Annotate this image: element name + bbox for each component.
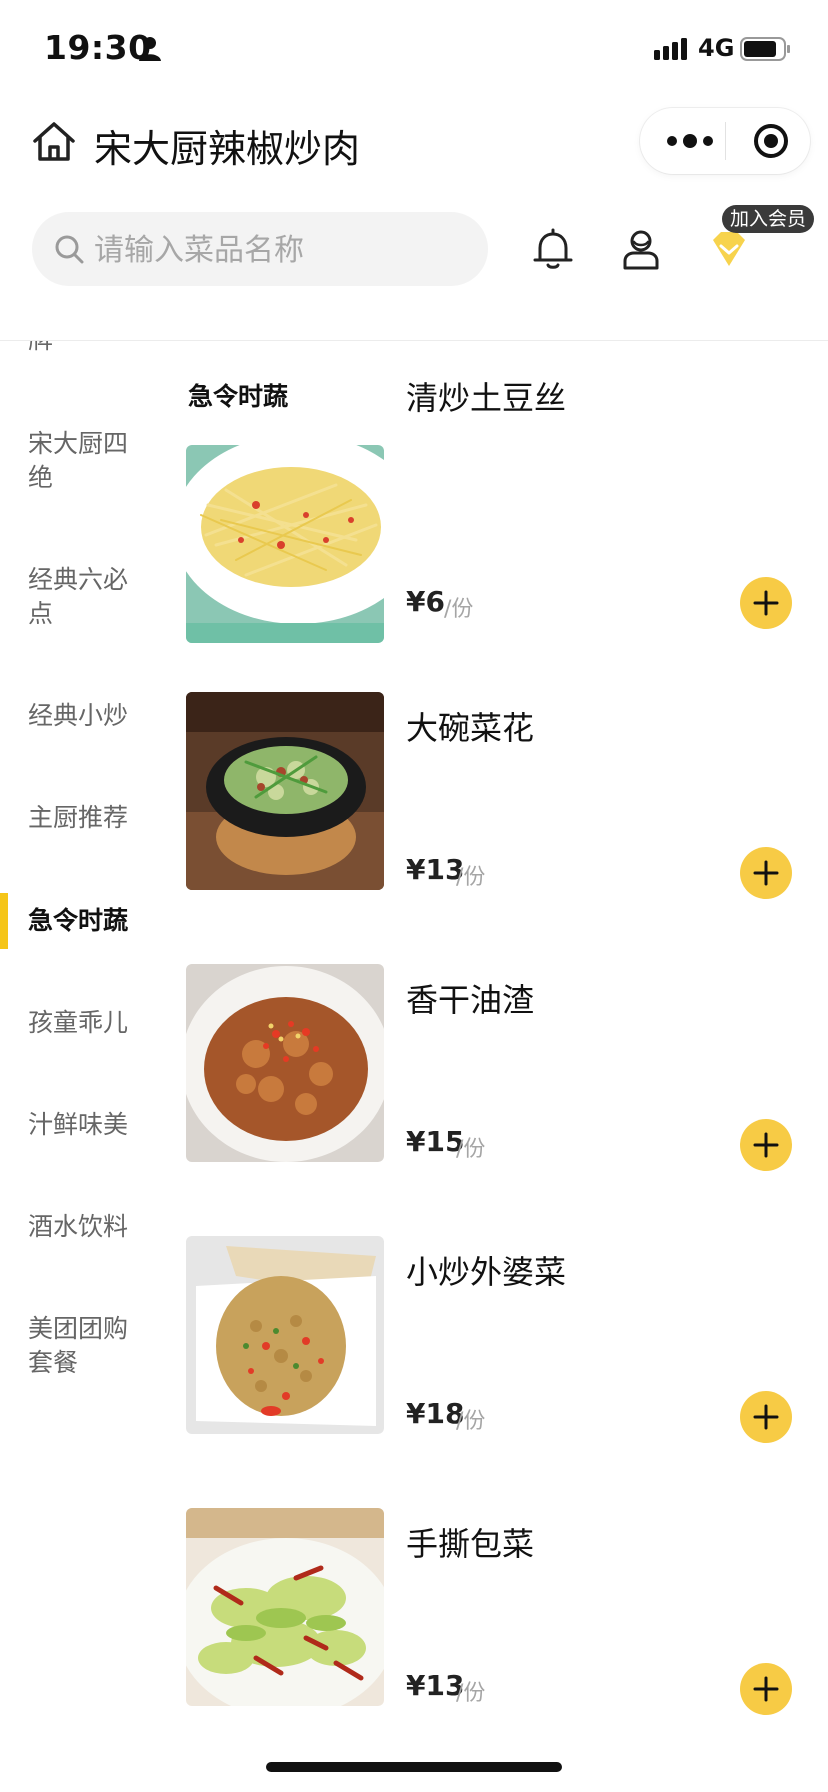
add-to-cart-button[interactable] <box>740 1119 792 1171</box>
search-bar[interactable] <box>32 212 488 286</box>
food-photo <box>186 964 384 1162</box>
page-title: 宋大厨辣椒炒肉 <box>94 127 361 171</box>
section-title: 急令时蔬 <box>188 382 289 411</box>
product-unit: /份 <box>444 597 474 622</box>
product-name: 小炒外婆菜 <box>406 1253 567 1291</box>
menu-content: 牌 宋大厨四绝 经典六必点 经典小炒 主厨推荐 急令时蔬 孩童乖儿 汁鲜味美 酒… <box>0 341 828 1741</box>
category-item[interactable]: 宋大厨四绝 <box>28 427 144 495</box>
category-item-active[interactable]: 急令时蔬 <box>28 904 144 938</box>
food-photo <box>186 1236 384 1434</box>
product-unit: /份 <box>456 1137 486 1162</box>
product-image-tofu-pork[interactable] <box>186 964 384 1162</box>
food-photo <box>186 445 384 643</box>
product-unit: /份 <box>456 865 486 890</box>
mini-program-capsule <box>640 108 810 174</box>
category-item[interactable]: 牌 <box>28 341 144 357</box>
plus-icon <box>753 1404 779 1430</box>
join-member-badge[interactable]: 加入会员 <box>722 205 815 233</box>
close-target-icon[interactable] <box>752 122 790 160</box>
home-icon[interactable] <box>30 118 78 166</box>
product-unit: /份 <box>456 1681 486 1706</box>
category-item[interactable]: 美团团购套餐 <box>28 1312 144 1380</box>
search-input[interactable] <box>92 222 476 278</box>
product-image-cauliflower[interactable] <box>186 692 384 890</box>
battery-icon <box>740 37 790 61</box>
product-name: 香干油渣 <box>406 981 535 1019</box>
search-icon <box>55 235 84 264</box>
signal-icon <box>654 38 687 60</box>
add-to-cart-button[interactable] <box>740 577 792 629</box>
plus-icon <box>753 1676 779 1702</box>
product-price: ¥6 <box>406 585 445 618</box>
user-icon[interactable] <box>618 226 664 272</box>
product-image-potato[interactable] <box>186 445 384 643</box>
bell-icon[interactable] <box>530 226 576 272</box>
product-image-cabbage[interactable] <box>186 1508 384 1706</box>
add-to-cart-button[interactable] <box>740 847 792 899</box>
food-photo <box>186 692 384 890</box>
capsule-divider <box>725 122 726 160</box>
add-to-cart-button[interactable] <box>740 1391 792 1443</box>
category-item[interactable]: 酒水饮料 <box>28 1210 144 1244</box>
person-icon <box>139 37 161 61</box>
category-item[interactable]: 主厨推荐 <box>28 801 144 835</box>
product-unit: /份 <box>456 1409 486 1434</box>
category-item[interactable]: 经典六必点 <box>28 563 144 631</box>
plus-icon <box>753 590 779 616</box>
network-type: 4G <box>698 34 735 62</box>
product-image-waipo-cai[interactable] <box>186 1236 384 1434</box>
product-name: 清炒土豆丝 <box>406 379 567 417</box>
category-item[interactable]: 孩童乖儿 <box>28 1006 144 1040</box>
add-to-cart-button[interactable] <box>740 1663 792 1715</box>
product-name: 手撕包菜 <box>406 1525 535 1563</box>
status-time: 19:30 <box>44 28 152 67</box>
category-item[interactable]: 汁鲜味美 <box>28 1108 144 1142</box>
more-icon[interactable] <box>660 126 720 156</box>
home-indicator[interactable] <box>266 1762 562 1772</box>
food-photo <box>186 1508 384 1706</box>
category-item[interactable]: 经典小炒 <box>28 699 144 733</box>
plus-icon <box>753 1132 779 1158</box>
plus-icon <box>753 860 779 886</box>
active-category-indicator <box>0 893 8 949</box>
product-name: 大碗菜花 <box>406 709 535 747</box>
